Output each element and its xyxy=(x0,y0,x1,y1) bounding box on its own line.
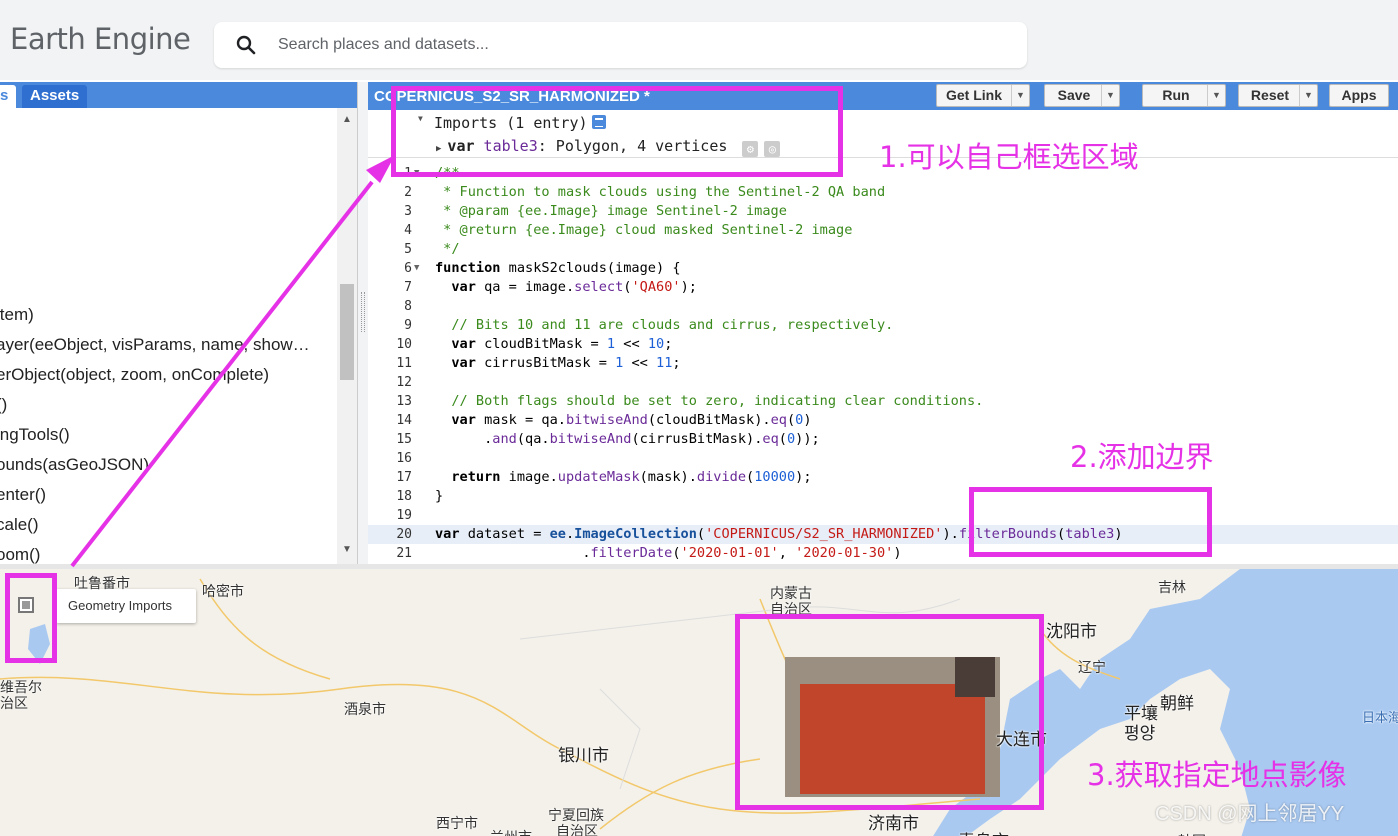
annotation-step1: 1.可以自己框选区域 xyxy=(879,140,1139,174)
annotation-step2: 2.添加边界 xyxy=(1070,440,1214,474)
annotation-step3: 3.获取指定地点影像 xyxy=(1087,758,1347,792)
annotation-arrow xyxy=(70,155,395,568)
csdn-watermark: CSDN @网上邻居YY xyxy=(1155,803,1345,825)
